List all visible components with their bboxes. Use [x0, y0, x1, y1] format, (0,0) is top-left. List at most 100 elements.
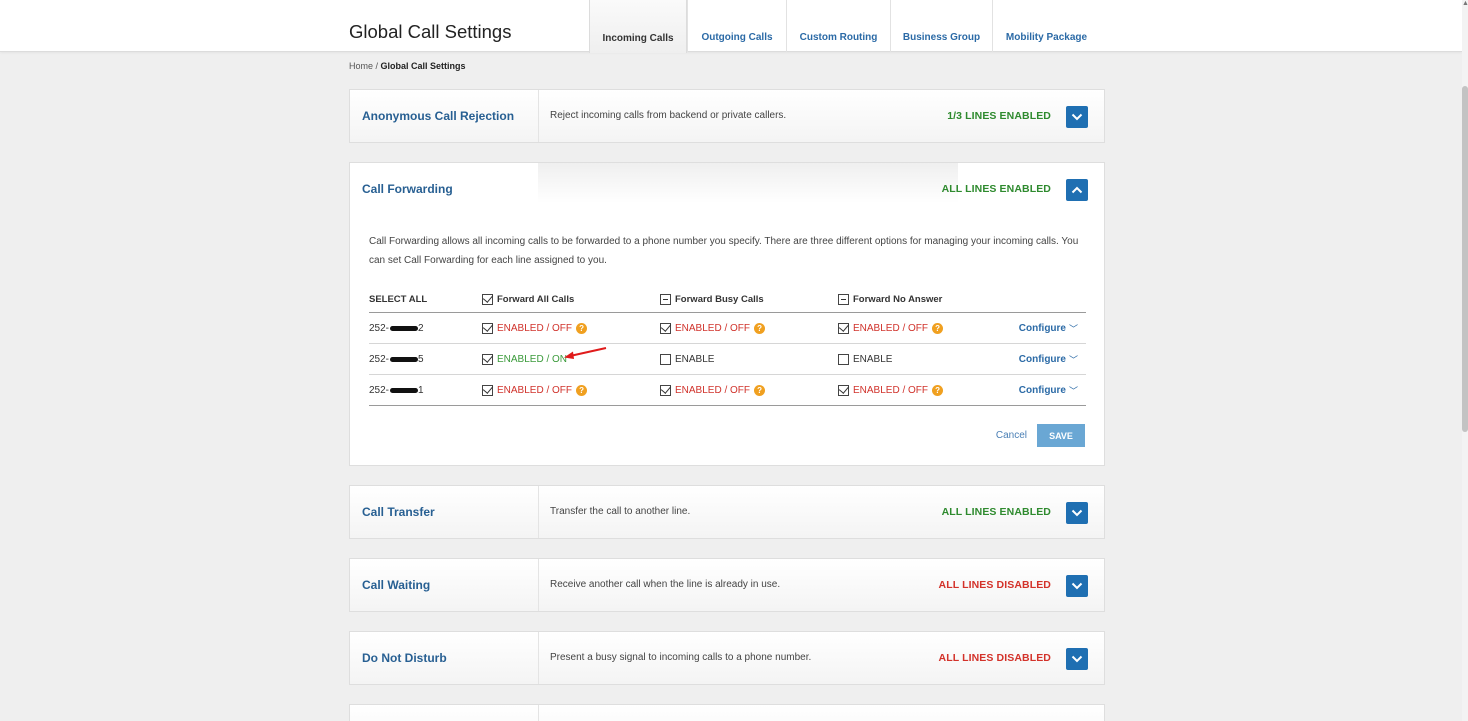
panel-next-partial	[349, 704, 1105, 721]
status-badge: ALL LINES DISABLED	[938, 579, 1051, 591]
breadcrumb-home[interactable]: Home	[349, 61, 373, 71]
divider	[538, 632, 539, 684]
forward-no-answer-cell[interactable]: ENABLED / OFF ?	[838, 313, 944, 343]
configure-label: Configure	[1018, 353, 1066, 365]
status-text: ENABLED / OFF	[853, 384, 929, 396]
checkbox[interactable]	[838, 322, 849, 334]
breadcrumb-separator: /	[373, 61, 381, 71]
red-arrow-icon	[564, 347, 607, 359]
checkbox[interactable]	[482, 384, 493, 396]
panel-header[interactable]	[350, 705, 1104, 721]
panel-header[interactable]: Call Transfer Transfer the call to anoth…	[350, 486, 1104, 538]
phone-suffix: 1	[418, 384, 424, 396]
panel-description: Reject incoming calls from backend or pr…	[550, 110, 787, 121]
phone-prefix: 252-	[369, 384, 390, 396]
help-icon[interactable]: ?	[754, 384, 766, 396]
column-forward-all[interactable]: Forward All Calls	[482, 287, 574, 312]
tab-business-group[interactable]: Business Group	[890, 0, 992, 52]
forward-all-cell[interactable]: ENABLED / OFF ?	[482, 375, 588, 405]
save-button[interactable]: SAVE	[1037, 424, 1085, 447]
help-icon[interactable]: ?	[932, 384, 944, 396]
configure-label: Configure	[1018, 384, 1066, 396]
forward-all-cell[interactable]: ENABLED / ON	[482, 344, 607, 374]
collapse-button[interactable]	[1066, 179, 1088, 201]
column-forward-no-answer[interactable]: Forward No Answer	[838, 287, 942, 312]
help-icon[interactable]: ?	[576, 322, 588, 334]
status-badge: ALL LINES ENABLED	[941, 183, 1051, 195]
checkbox[interactable]	[660, 353, 671, 365]
page-scrollbar[interactable]: ▲	[1462, 0, 1468, 721]
breadcrumb: Home / Global Call Settings	[349, 61, 466, 71]
tab-bar: Incoming Calls Outgoing Calls Custom Rou…	[589, 0, 1100, 53]
breadcrumb-current: Global Call Settings	[380, 61, 466, 71]
status-badge: ALL LINES ENABLED	[941, 506, 1051, 518]
forward-all-cell[interactable]: ENABLED / OFF ?	[482, 313, 588, 343]
panel-header[interactable]: Anonymous Call Rejection Reject incoming…	[350, 90, 1104, 142]
forward-busy-cell[interactable]: ENABLED / OFF ?	[660, 375, 766, 405]
tab-outgoing-calls[interactable]: Outgoing Calls	[687, 0, 786, 52]
divider	[538, 559, 539, 611]
panel-anonymous-call-rejection: Anonymous Call Rejection Reject incoming…	[349, 89, 1105, 143]
configure-link[interactable]: Configure ﹀	[1019, 313, 1078, 343]
redacted-digits	[390, 356, 419, 362]
checkbox[interactable]	[838, 384, 849, 396]
tab-incoming-calls[interactable]: Incoming Calls	[589, 0, 687, 53]
panel-title: Call Forwarding	[362, 182, 453, 196]
panel-title: Call Transfer	[362, 505, 435, 519]
forward-busy-cell[interactable]: ENABLE	[660, 344, 714, 374]
help-icon[interactable]: ?	[754, 322, 766, 334]
forward-no-answer-cell[interactable]: ENABLED / OFF ?	[838, 375, 944, 405]
status-text: ENABLED / OFF	[675, 384, 751, 396]
column-label: Forward No Answer	[853, 294, 943, 305]
panel-header[interactable]: Call Forwarding ALL LINES ENABLED	[350, 163, 1104, 215]
configure-link[interactable]: Configure ﹀	[1019, 344, 1078, 374]
checkbox[interactable]	[660, 322, 671, 334]
table-header-row: SELECT ALL Forward All Calls Forward Bus…	[369, 287, 1086, 313]
panel-do-not-disturb: Do Not Disturb Present a busy signal to …	[349, 631, 1105, 685]
help-icon[interactable]: ?	[932, 322, 944, 334]
forward-all-checkbox[interactable]	[482, 294, 493, 305]
panel-title: Anonymous Call Rejection	[362, 109, 515, 123]
panel-header[interactable]: Do Not Disturb Present a busy signal to …	[350, 632, 1104, 684]
phone-number: 252- 1	[369, 375, 424, 405]
select-all[interactable]: SELECT ALL	[369, 287, 427, 312]
phone-number: 252- 2	[369, 313, 424, 343]
column-label: Forward All Calls	[497, 294, 575, 305]
phone-suffix: 5	[418, 353, 424, 365]
status-text: ENABLED / OFF	[497, 384, 573, 396]
header-fade	[538, 163, 958, 203]
forward-no-answer-cell[interactable]: ENABLE	[838, 344, 892, 374]
chevron-down-icon: ﹀	[1068, 323, 1078, 334]
column-forward-busy[interactable]: Forward Busy Calls	[660, 287, 764, 312]
expand-button[interactable]	[1066, 502, 1088, 524]
status-text: ENABLED / OFF	[675, 322, 751, 334]
status-text: ENABLED / ON	[497, 353, 568, 365]
panel-title: Call Waiting	[362, 578, 431, 592]
help-icon[interactable]: ?	[576, 384, 588, 396]
checkbox[interactable]	[660, 384, 671, 396]
redacted-digits	[390, 387, 419, 393]
panel-call-forwarding: Call Forwarding ALL LINES ENABLED Call F…	[349, 162, 1105, 466]
configure-link[interactable]: Configure ﹀	[1019, 375, 1078, 405]
checkbox[interactable]	[482, 353, 493, 365]
scroll-thumb[interactable]	[1462, 86, 1468, 432]
forward-no-answer-checkbox[interactable]	[838, 294, 849, 305]
expand-button[interactable]	[1066, 648, 1088, 670]
chevron-down-icon: ﹀	[1068, 385, 1078, 396]
checkbox[interactable]	[482, 322, 493, 334]
expand-button[interactable]	[1066, 575, 1088, 597]
panel-header[interactable]: Call Waiting Receive another call when t…	[350, 559, 1104, 611]
checkbox[interactable]	[838, 353, 849, 365]
forward-busy-checkbox[interactable]	[660, 294, 671, 305]
status-text: ENABLE	[853, 353, 893, 365]
tab-custom-routing[interactable]: Custom Routing	[786, 0, 890, 52]
cancel-link[interactable]: Cancel	[996, 430, 1027, 441]
scroll-up-icon[interactable]: ▲	[1462, 0, 1468, 8]
expand-button[interactable]	[1066, 106, 1088, 128]
forward-busy-cell[interactable]: ENABLED / OFF ?	[660, 313, 766, 343]
tab-mobility-package[interactable]: Mobility Package	[992, 0, 1100, 52]
divider	[538, 486, 539, 538]
top-header: Global Call Settings Incoming Calls Outg…	[0, 0, 1462, 53]
status-text: ENABLED / OFF	[853, 322, 929, 334]
divider	[538, 705, 539, 721]
